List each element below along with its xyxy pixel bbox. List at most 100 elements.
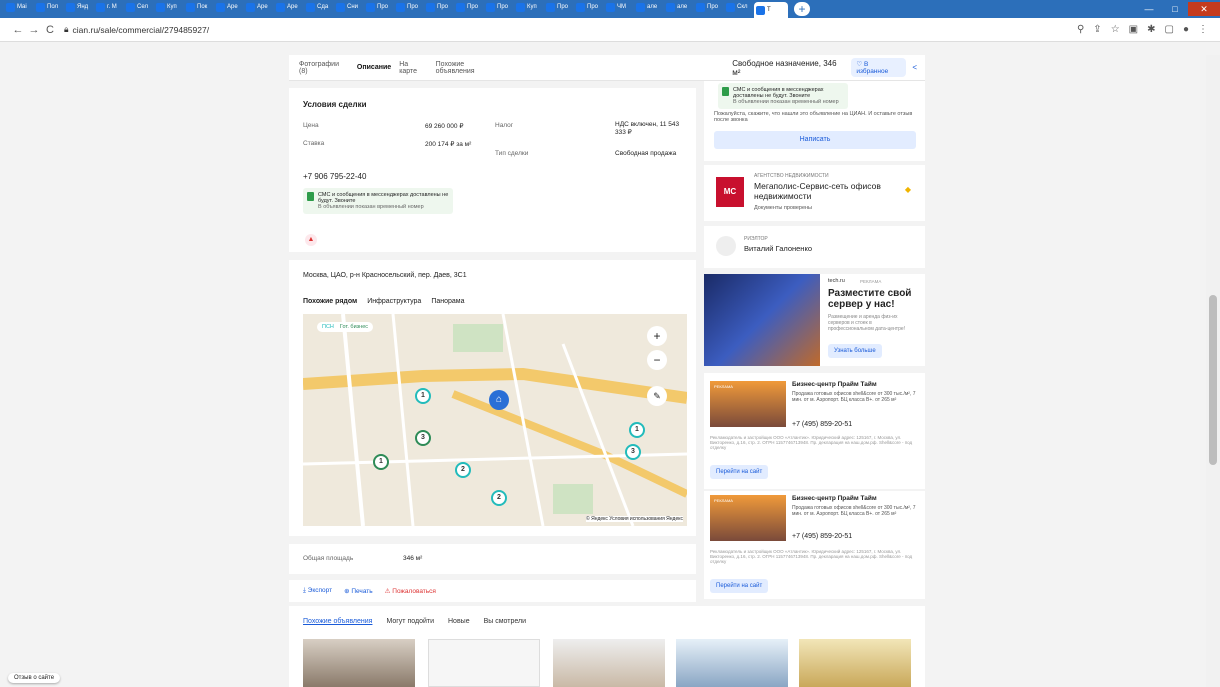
map-view[interactable]: ПСН Гот. бизнес 1 3 1 2 2 1 3 ⌂ + − ✎ © … [303, 314, 687, 526]
agency-docs: Документы проверены [754, 205, 813, 211]
zoom-icon[interactable]: ⚲ [1077, 24, 1084, 35]
tax-label: Налог [495, 122, 514, 129]
browser-tab[interactable]: ЧМ [604, 0, 632, 14]
area-label: Общая площадь [303, 555, 354, 562]
browser-tab[interactable]: Янд [64, 0, 92, 14]
ruler-icon[interactable]: ✎ [647, 386, 667, 406]
browser-tab[interactable]: Про [424, 0, 452, 14]
promo-site-button[interactable]: Перейти на сайт [710, 579, 769, 593]
realtor-name[interactable]: Виталий Галоненко [744, 244, 812, 253]
listing-thumbnail[interactable] [428, 639, 540, 687]
browser-tab[interactable]: Пол [34, 0, 62, 14]
map-copyright[interactable]: © Яндекс Условия использования Яндекс [586, 516, 683, 522]
browser-tab[interactable]: Т [754, 2, 788, 18]
listing-thumbnail[interactable] [303, 639, 415, 687]
browser-tab[interactable]: г. М [94, 0, 122, 14]
favorite-button[interactable]: ♡ В избранное [851, 58, 907, 77]
star-icon[interactable]: ☆ [1111, 24, 1120, 35]
tab-viewed[interactable]: Вы смотрели [484, 618, 526, 625]
tab-infrastructure[interactable]: Инфраструктура [367, 298, 421, 305]
browser-tab[interactable]: Про [694, 0, 722, 14]
legend-psn[interactable]: ПСН [322, 324, 334, 330]
report-button[interactable]: ⚠ Пожаловаться [385, 587, 436, 595]
maximize-button[interactable]: □ [1162, 2, 1188, 16]
zoom-out-button[interactable]: − [647, 350, 667, 370]
puzzle-icon[interactable]: ✱ [1147, 24, 1155, 35]
promo-phone[interactable]: +7 (495) 859-20-51 [792, 533, 852, 540]
browser-tab[interactable]: Сни [334, 0, 362, 14]
tab-photos[interactable]: Фотографии (8) [299, 61, 349, 75]
browser-tab[interactable]: Про [454, 0, 482, 14]
map-cluster[interactable]: 1 [629, 422, 645, 438]
map-cluster[interactable]: 2 [491, 490, 507, 506]
ad-card[interactable]: tech.ru РЕКЛАМА Разместите свой сервер у… [704, 274, 925, 366]
browser-tab[interactable]: Про [364, 0, 392, 14]
browser-tab[interactable]: Про [544, 0, 572, 14]
warning-icon[interactable]: ▲ [305, 234, 317, 246]
map-cluster[interactable]: 2 [455, 462, 471, 478]
tab-similar-nearby[interactable]: Похожие рядом [303, 298, 357, 305]
feedback-button[interactable]: Отзыв о сайте [8, 673, 61, 683]
agency-logo[interactable]: MC [716, 177, 744, 207]
browser-tab[interactable]: Про [484, 0, 512, 14]
home-pin-icon[interactable]: ⌂ [489, 390, 509, 410]
browser-tab[interactable]: Про [394, 0, 422, 14]
promo-site-button[interactable]: Перейти на сайт [710, 465, 769, 479]
tab-map[interactable]: На карте [399, 61, 427, 75]
page-scrollbar[interactable] [1206, 55, 1220, 687]
map-cluster[interactable]: 1 [415, 388, 431, 404]
tab-panorama[interactable]: Панорама [431, 298, 464, 305]
browser-tab[interactable]: але [634, 0, 662, 14]
promo-phone[interactable]: +7 (495) 859-20-51 [792, 421, 852, 428]
sms-warning: СМС и сообщения в мессенджерах доставлен… [303, 188, 453, 214]
browser-tab[interactable]: Сел [124, 0, 152, 14]
map-cluster[interactable]: 3 [625, 444, 641, 460]
agency-name[interactable]: Мегаполис-Сервис-сеть офисов недвижимост… [754, 181, 884, 201]
browser-tab[interactable]: Пок [184, 0, 212, 14]
print-button[interactable]: ⊕ Печать [344, 587, 373, 595]
ad-learn-more-button[interactable]: Узнать больше [828, 344, 882, 358]
phone-number[interactable]: +7 906 795-22-40 [303, 172, 366, 181]
listing-thumbnail[interactable] [799, 639, 911, 687]
export-button[interactable]: ⤓ Экспорт [303, 587, 332, 595]
menu-icon[interactable]: ⋮ [1198, 24, 1208, 35]
back-button[interactable]: ← [10, 24, 26, 36]
map-cluster[interactable]: 3 [415, 430, 431, 446]
new-tab-button[interactable]: + [794, 2, 810, 16]
extension-icon[interactable]: ▣ [1129, 24, 1138, 35]
tab-may-fit[interactable]: Могут подойти [386, 618, 434, 625]
browser-tab[interactable]: Скл [724, 0, 752, 14]
browser-tab[interactable]: Аре [274, 0, 302, 14]
profile-icon[interactable]: ● [1183, 24, 1189, 35]
listing-thumbnail[interactable] [553, 639, 665, 687]
tax-value: НДС включен, 11 543 333 ₽ [615, 121, 680, 136]
tab-similar[interactable]: Похожие объявления [436, 61, 505, 75]
sidepanel-icon[interactable]: ▢ [1165, 24, 1174, 35]
browser-tab[interactable]: Про [574, 0, 602, 14]
browser-tab[interactable]: Куп [154, 0, 182, 14]
map-cluster[interactable]: 1 [373, 454, 389, 470]
browser-tab[interactable]: Аре [244, 0, 272, 14]
tab-similar-ads[interactable]: Похожие объявления [303, 618, 372, 625]
minimize-button[interactable]: — [1136, 2, 1162, 16]
browser-tab[interactable]: але [664, 0, 692, 14]
browser-tab[interactable]: Аре [214, 0, 242, 14]
ad-text: Размещение и аренда физ-их серверов и ст… [828, 314, 906, 332]
write-button[interactable]: Написать [714, 131, 916, 149]
reload-button[interactable]: C [42, 24, 58, 36]
browser-tab[interactable]: Куп [514, 0, 542, 14]
share-icon[interactable]: < [912, 63, 917, 72]
browser-tab[interactable]: Mai [4, 0, 32, 14]
scrollbar-thumb[interactable] [1209, 295, 1217, 465]
zoom-in-button[interactable]: + [647, 326, 667, 346]
forward-button[interactable]: → [26, 24, 42, 36]
listing-thumbnail[interactable] [676, 639, 788, 687]
listing-title: Свободное назначение, 346 м² [732, 58, 837, 77]
close-window-button[interactable]: ✕ [1188, 2, 1220, 16]
browser-tab[interactable]: Сда [304, 0, 332, 14]
address-bar[interactable]: 🔒︎ cian.ru/sale/commercial/279485927/ [64, 24, 209, 35]
tab-description[interactable]: Описание [357, 64, 391, 71]
tab-new[interactable]: Новые [448, 618, 470, 625]
legend-business[interactable]: Гот. бизнес [340, 324, 368, 330]
share-icon[interactable]: ⇪ [1093, 24, 1101, 35]
